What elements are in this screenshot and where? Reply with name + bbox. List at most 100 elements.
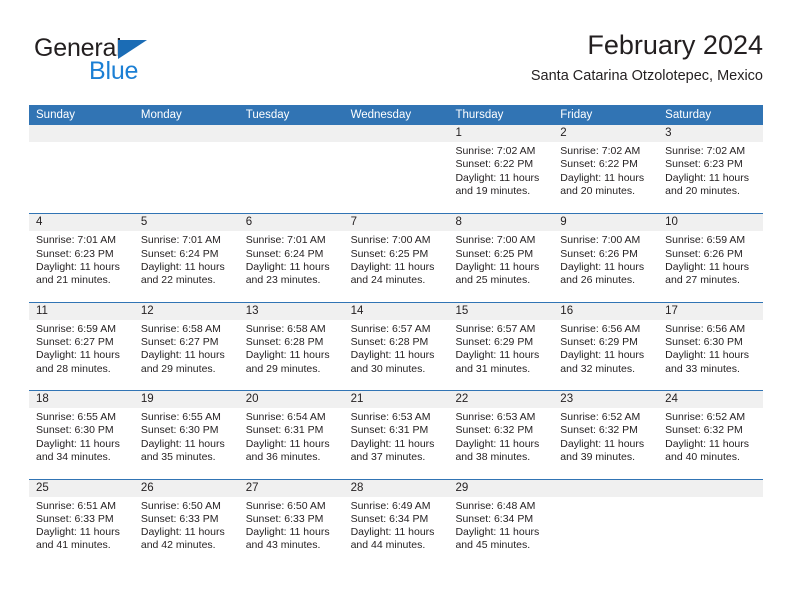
day-detail-line: Daylight: 11 hours <box>36 526 120 539</box>
day-detail-line: Sunset: 6:22 PM <box>455 158 534 171</box>
day-detail-line: Sunrise: 6:59 AM <box>36 322 116 335</box>
day-cell-19[interactable]: 19 Sunrise: 6:55 AM Sunset: 6:30 PM Dayligh… <box>133 391 239 479</box>
day-detail-line: Sunrise: 6:53 AM <box>455 411 536 424</box>
day-number: 15 <box>455 304 469 317</box>
day-cell-16[interactable]: 16 Sunrise: 6:56 AM Sunset: 6:29 PM Dayligh… <box>553 302 659 391</box>
day-detail-line: Sunrise: 6:51 AM <box>36 499 116 512</box>
day-number-band: 19 <box>133 391 239 409</box>
day-number-band: 25 <box>29 479 134 497</box>
day-cell-7[interactable]: 7 Sunrise: 7:00 AM Sunset: 6:25 PM Daylight… <box>343 214 449 302</box>
day-cell-6[interactable]: 6 Sunrise: 7:01 AM Sunset: 6:24 PM Daylight… <box>238 214 344 302</box>
day-detail-line: Sunset: 6:30 PM <box>36 424 114 437</box>
day-detail-line: Sunrise: 6:56 AM <box>665 322 746 335</box>
day-details: Sunrise: 6:56 AM Sunset: 6:29 PM Daylight:… <box>553 320 658 376</box>
day-detail-line: and 22 minutes. <box>140 274 216 287</box>
day-detail-line: Sunrise: 6:50 AM <box>140 499 221 512</box>
calendar-week-row: 1 Sunrise: 7:02 AM Sunset: 6:22 PM Daylight… <box>29 125 764 214</box>
day-cell-10[interactable]: 10 Sunrise: 6:59 AM Sunset: 6:26 PM Dayligh… <box>658 214 764 302</box>
day-detail-line: Sunset: 6:34 PM <box>350 512 429 525</box>
day-cell-1[interactable]: 1 Sunrise: 7:02 AM Sunset: 6:22 PM Daylight… <box>448 125 554 214</box>
day-cell-27[interactable]: 27 Sunrise: 6:50 AM Sunset: 6:33 PM Dayligh… <box>238 479 344 567</box>
day-number-band: 29 <box>448 479 554 497</box>
day-cell-empty <box>238 125 344 214</box>
day-number: 5 <box>140 216 148 229</box>
day-number-band <box>658 479 764 497</box>
day-number-band: 27 <box>238 479 344 497</box>
day-detail-line: and 38 minutes. <box>455 451 531 464</box>
day-cell-29[interactable]: 29 Sunrise: 6:48 AM Sunset: 6:34 PM Dayligh… <box>448 479 554 567</box>
calendar-week-row: 25 Sunrise: 6:51 AM Sunset: 6:33 PM Dayligh… <box>29 478 764 567</box>
day-cell-4[interactable]: 4 Sunrise: 7:01 AM Sunset: 6:23 PM Daylight… <box>29 214 134 302</box>
day-detail-line: Sunset: 6:25 PM <box>455 247 534 260</box>
day-detail-line: Sunset: 6:22 PM <box>560 158 638 171</box>
day-cell-empty <box>343 125 449 214</box>
day-cell-14[interactable]: 14 Sunrise: 6:57 AM Sunset: 6:28 PM Dayligh… <box>343 302 449 391</box>
day-detail-line: Sunset: 6:32 PM <box>665 424 743 437</box>
day-cell-24[interactable]: 24 Sunrise: 6:52 AM Sunset: 6:32 PM Dayligh… <box>658 391 764 479</box>
day-number: 7 <box>350 216 357 229</box>
page-title: February 2024 <box>587 30 763 60</box>
day-details: Sunrise: 6:57 AM Sunset: 6:29 PM Daylight:… <box>448 320 553 376</box>
day-detail-line: Sunrise: 6:54 AM <box>245 411 326 424</box>
day-details: Sunrise: 6:50 AM Sunset: 6:33 PM Daylight:… <box>239 497 344 553</box>
day-number-band: 26 <box>133 479 239 497</box>
day-details: Sunrise: 6:52 AM Sunset: 6:32 PM Daylight:… <box>553 408 658 464</box>
brand-logo[interactable]: General Blue <box>29 34 259 94</box>
day-detail-line: Sunset: 6:28 PM <box>350 336 429 349</box>
weekday-header-sunday: Sunday <box>36 109 76 121</box>
day-cell-22[interactable]: 22 Sunrise: 6:53 AM Sunset: 6:32 PM Dayligh… <box>448 391 554 479</box>
day-detail-line: Sunrise: 6:59 AM <box>665 234 746 247</box>
day-number-band: 3 <box>658 125 764 142</box>
day-detail-line: and 32 minutes. <box>560 362 636 375</box>
day-detail-line: Daylight: 11 hours <box>560 171 645 184</box>
day-number: 6 <box>245 216 253 229</box>
day-cell-13[interactable]: 13 Sunrise: 6:58 AM Sunset: 6:28 PM Dayligh… <box>238 302 344 391</box>
day-cell-18[interactable]: 18 Sunrise: 6:55 AM Sunset: 6:30 PM Dayligh… <box>29 391 134 479</box>
day-cell-23[interactable]: 23 Sunrise: 6:52 AM Sunset: 6:32 PM Dayligh… <box>553 391 659 479</box>
day-details: Sunrise: 6:58 AM Sunset: 6:28 PM Daylight:… <box>239 320 344 376</box>
day-cell-9[interactable]: 9 Sunrise: 7:00 AM Sunset: 6:26 PM Daylight… <box>553 214 659 302</box>
day-details: Sunrise: 7:00 AM Sunset: 6:26 PM Daylight:… <box>553 231 658 287</box>
day-cell-12[interactable]: 12 Sunrise: 6:58 AM Sunset: 6:27 PM Dayligh… <box>133 302 239 391</box>
day-detail-line: Sunset: 6:24 PM <box>140 247 219 260</box>
day-cell-17[interactable]: 17 Sunrise: 6:56 AM Sunset: 6:30 PM Dayligh… <box>658 302 764 391</box>
day-number: 22 <box>455 393 469 406</box>
day-cell-11[interactable]: 11 Sunrise: 6:59 AM Sunset: 6:27 PM Dayligh… <box>29 302 134 391</box>
day-cell-20[interactable]: 20 Sunrise: 6:54 AM Sunset: 6:31 PM Dayligh… <box>238 391 344 479</box>
day-cell-8[interactable]: 8 Sunrise: 7:00 AM Sunset: 6:25 PM Daylight… <box>448 214 554 302</box>
day-detail-line: Sunset: 6:28 PM <box>245 336 324 349</box>
day-detail-line: Sunrise: 6:49 AM <box>350 499 431 512</box>
day-cell-28[interactable]: 28 Sunrise: 6:49 AM Sunset: 6:34 PM Dayligh… <box>343 479 449 567</box>
day-cell-3[interactable]: 3 Sunrise: 7:02 AM Sunset: 6:23 PM Daylight… <box>658 125 764 214</box>
day-cell-15[interactable]: 15 Sunrise: 6:57 AM Sunset: 6:29 PM Dayligh… <box>448 302 554 391</box>
day-details: Sunrise: 6:55 AM Sunset: 6:30 PM Daylight:… <box>29 408 134 464</box>
day-number-band: 4 <box>29 214 134 232</box>
day-details <box>29 142 134 145</box>
day-cell-25[interactable]: 25 Sunrise: 6:51 AM Sunset: 6:33 PM Dayligh… <box>29 479 134 567</box>
day-detail-line: Daylight: 11 hours <box>665 349 750 362</box>
title-block: February 2024 Santa Catarina Otzolotepec… <box>531 28 763 85</box>
day-cell-2[interactable]: 2 Sunrise: 7:02 AM Sunset: 6:22 PM Daylight… <box>553 125 659 214</box>
day-details <box>658 497 763 500</box>
day-details: Sunrise: 6:58 AM Sunset: 6:27 PM Daylight:… <box>134 320 239 376</box>
day-cell-5[interactable]: 5 Sunrise: 7:01 AM Sunset: 6:24 PM Daylight… <box>133 214 239 302</box>
day-number-band: 9 <box>553 214 659 232</box>
day-detail-line: Daylight: 11 hours <box>665 171 750 184</box>
day-detail-line: Sunrise: 7:02 AM <box>455 145 536 157</box>
brand-name-bottom: Blue <box>89 57 139 85</box>
day-detail-line: and 36 minutes. <box>245 451 321 464</box>
day-detail-line: Sunset: 6:26 PM <box>560 247 638 260</box>
day-detail-line: Sunset: 6:30 PM <box>140 424 219 437</box>
day-number: 24 <box>665 393 678 406</box>
day-number-band: 23 <box>553 391 659 409</box>
day-detail-line: and 24 minutes. <box>350 274 426 287</box>
day-cell-26[interactable]: 26 Sunrise: 6:50 AM Sunset: 6:33 PM Dayligh… <box>133 479 239 567</box>
day-detail-line: and 44 minutes. <box>350 539 426 552</box>
day-detail-line: Daylight: 11 hours <box>245 526 330 539</box>
day-detail-line: Daylight: 11 hours <box>455 349 540 362</box>
day-detail-line: and 41 minutes. <box>36 539 111 552</box>
day-number-band <box>553 479 659 497</box>
day-detail-line: Daylight: 11 hours <box>455 260 540 273</box>
day-number: 9 <box>560 216 567 229</box>
day-cell-21[interactable]: 21 Sunrise: 6:53 AM Sunset: 6:31 PM Dayligh… <box>343 391 449 479</box>
